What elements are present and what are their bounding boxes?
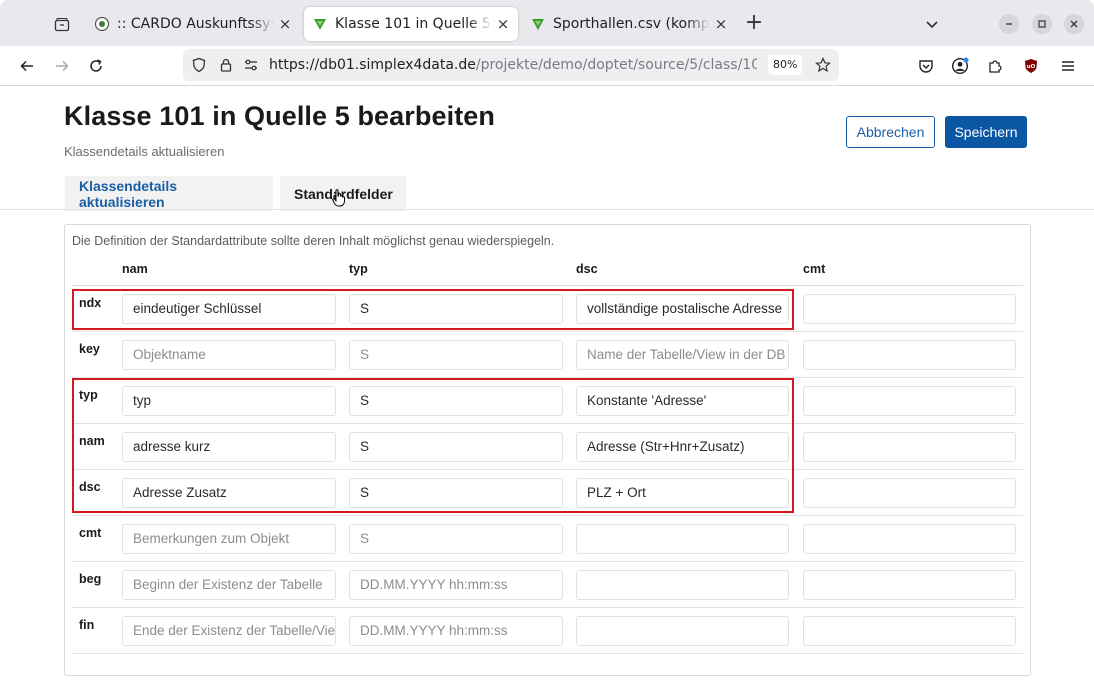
browser-tab-klasse[interactable]: Klasse 101 in Quelle 5 bearbeiten × bbox=[304, 7, 518, 41]
row-label: dsc bbox=[79, 480, 101, 494]
dsc-input[interactable] bbox=[576, 524, 789, 554]
field-row-key: key Objektname S Name der Tabelle/View in d… bbox=[72, 332, 1023, 378]
cmt-input[interactable] bbox=[803, 340, 1016, 370]
row-label: beg bbox=[79, 572, 102, 586]
field-row-ndx: ndx eindeutiger Schlüssel Svollständige po… bbox=[72, 286, 1023, 332]
dsc-input[interactable]: PLZ + Ort bbox=[576, 478, 789, 508]
forward-arrow-icon[interactable] bbox=[51, 55, 73, 77]
browser-tab-sporthallen[interactable]: Sporthallen.csv (komplett) × bbox=[522, 7, 736, 41]
column-header-nam: nam bbox=[122, 262, 148, 276]
field-row-beg: beg Beginn der Existenz der Tabelle DD.MM.… bbox=[72, 562, 1023, 608]
typ-input[interactable]: S bbox=[349, 478, 563, 508]
hand-cursor-icon bbox=[332, 189, 346, 211]
tab-title: :: CARDO Auskunftssystem bbox=[117, 16, 274, 32]
list-all-tabs-chevron-icon[interactable] bbox=[925, 15, 939, 34]
url-path: /projekte/demo/doptet/source/5/class/101… bbox=[475, 57, 757, 73]
close-tab-icon[interactable]: × bbox=[496, 15, 510, 33]
cmt-input[interactable] bbox=[803, 386, 1016, 416]
doptet-favicon bbox=[312, 16, 328, 32]
zoom-level-badge[interactable]: 80% bbox=[768, 55, 803, 75]
browser-tab-bar: :: CARDO Auskunftssystem × Klasse 101 in… bbox=[0, 0, 1094, 46]
doptet-favicon bbox=[530, 16, 546, 32]
url-bar[interactable]: https://db01.simplex4data.de/projekte/de… bbox=[183, 49, 839, 81]
nam-input[interactable]: Beginn der Existenz der Tabelle bbox=[122, 570, 336, 600]
dsc-input[interactable]: Konstante 'Adresse' bbox=[576, 386, 789, 416]
row-label: key bbox=[79, 342, 100, 356]
nam-input[interactable]: Ende der Existenz der Tabelle/View bbox=[122, 616, 336, 646]
dsc-input[interactable] bbox=[576, 616, 789, 646]
field-row-nam: nam adresse kurz S Adresse (Str+Hnr+Zusatz) bbox=[72, 424, 1023, 470]
nam-input[interactable]: Objektname bbox=[122, 340, 336, 370]
save-button[interactable]: Speichern bbox=[945, 116, 1027, 148]
typ-input[interactable]: DD.MM.YYYY hh:mm:ss bbox=[349, 616, 563, 646]
nam-input[interactable]: Bemerkungen zum Objekt bbox=[122, 524, 336, 554]
column-header-dsc: dsc bbox=[576, 262, 598, 276]
cardo-favicon bbox=[94, 16, 110, 32]
row-label: cmt bbox=[79, 526, 102, 540]
intro-text: Die Definition der Standardattribute sol… bbox=[72, 234, 555, 248]
firefox-view-icon[interactable] bbox=[47, 10, 77, 40]
reload-icon[interactable] bbox=[85, 55, 107, 77]
svg-text:uO: uO bbox=[1027, 64, 1036, 70]
row-label: fin bbox=[79, 618, 95, 632]
account-icon[interactable] bbox=[949, 55, 971, 77]
cmt-input[interactable] bbox=[803, 432, 1016, 462]
cmt-input[interactable] bbox=[803, 294, 1016, 324]
row-label: ndx bbox=[79, 296, 102, 310]
bookmark-star-icon[interactable] bbox=[815, 57, 831, 77]
field-row-fin: fin Ende der Existenz der Tabelle/View DD.… bbox=[72, 608, 1023, 654]
typ-input[interactable]: S bbox=[349, 294, 563, 324]
lock-icon[interactable] bbox=[218, 57, 234, 77]
cancel-button[interactable]: Abbrechen bbox=[846, 116, 935, 148]
back-arrow-icon[interactable] bbox=[16, 55, 38, 77]
tab-title: Sporthallen.csv (komplett) bbox=[553, 16, 710, 32]
typ-input[interactable]: S bbox=[349, 340, 563, 370]
typ-input[interactable]: S bbox=[349, 432, 563, 462]
pocket-icon[interactable] bbox=[915, 55, 937, 77]
url-text[interactable]: https://db01.simplex4data.de/projekte/de… bbox=[269, 57, 757, 73]
new-tab-plus-icon[interactable]: + bbox=[742, 12, 766, 36]
row-label: typ bbox=[79, 388, 98, 402]
row-label: nam bbox=[79, 434, 105, 448]
extensions-puzzle-icon[interactable] bbox=[984, 55, 1006, 77]
nam-input[interactable]: adresse kurz bbox=[122, 432, 336, 462]
browser-tab-cardo[interactable]: :: CARDO Auskunftssystem × bbox=[86, 7, 300, 41]
url-host: https://db01.simplex4data.de bbox=[269, 57, 476, 73]
close-window-icon[interactable] bbox=[1064, 14, 1084, 34]
page-title: Klasse 101 in Quelle 5 bearbeiten bbox=[64, 101, 496, 131]
tab-klassendetails[interactable]: Klassendetails aktualisieren bbox=[65, 176, 273, 211]
nam-input[interactable]: eindeutiger Schlüssel bbox=[122, 294, 336, 324]
close-tab-icon[interactable]: × bbox=[278, 15, 292, 33]
minimize-window-icon[interactable] bbox=[999, 14, 1019, 34]
field-row-typ: typ typ S Konstante 'Adresse' bbox=[72, 378, 1023, 424]
nam-input[interactable]: typ bbox=[122, 386, 336, 416]
dsc-input[interactable] bbox=[576, 570, 789, 600]
nam-input[interactable]: Adresse Zusatz bbox=[122, 478, 336, 508]
typ-input[interactable]: DD.MM.YYYY hh:mm:ss bbox=[349, 570, 563, 600]
close-tab-icon[interactable]: × bbox=[714, 15, 728, 33]
field-row-cmt: cmt Bemerkungen zum Objekt S bbox=[72, 516, 1023, 562]
hamburger-menu-icon[interactable] bbox=[1057, 55, 1079, 77]
typ-input[interactable]: S bbox=[349, 524, 563, 554]
ublock-origin-icon[interactable]: uO bbox=[1020, 55, 1042, 77]
page-subtitle: Klassendetails aktualisieren bbox=[64, 144, 225, 159]
field-row-dsc: dsc Adresse Zusatz S PLZ + Ort bbox=[72, 470, 1023, 516]
browser-nav-bar: https://db01.simplex4data.de/projekte/de… bbox=[0, 46, 1094, 86]
typ-input[interactable]: S bbox=[349, 386, 563, 416]
column-header-typ: typ bbox=[349, 262, 368, 276]
dsc-input[interactable]: Name der Tabelle/View in der DB bbox=[576, 340, 789, 370]
tab-divider bbox=[0, 209, 1094, 210]
cmt-input[interactable] bbox=[803, 524, 1016, 554]
cmt-input[interactable] bbox=[803, 570, 1016, 600]
cmt-input[interactable] bbox=[803, 616, 1016, 646]
permissions-icon[interactable] bbox=[243, 57, 259, 77]
cmt-input[interactable] bbox=[803, 478, 1016, 508]
tab-title: Klasse 101 in Quelle 5 bearbeiten bbox=[335, 16, 492, 32]
dsc-input[interactable]: vollständige postalische Adresse bbox=[576, 294, 789, 324]
column-header-cmt: cmt bbox=[803, 262, 826, 276]
tracking-protection-shield-icon[interactable] bbox=[191, 57, 207, 77]
maximize-window-icon[interactable] bbox=[1032, 14, 1052, 34]
dsc-input[interactable]: Adresse (Str+Hnr+Zusatz) bbox=[576, 432, 789, 462]
